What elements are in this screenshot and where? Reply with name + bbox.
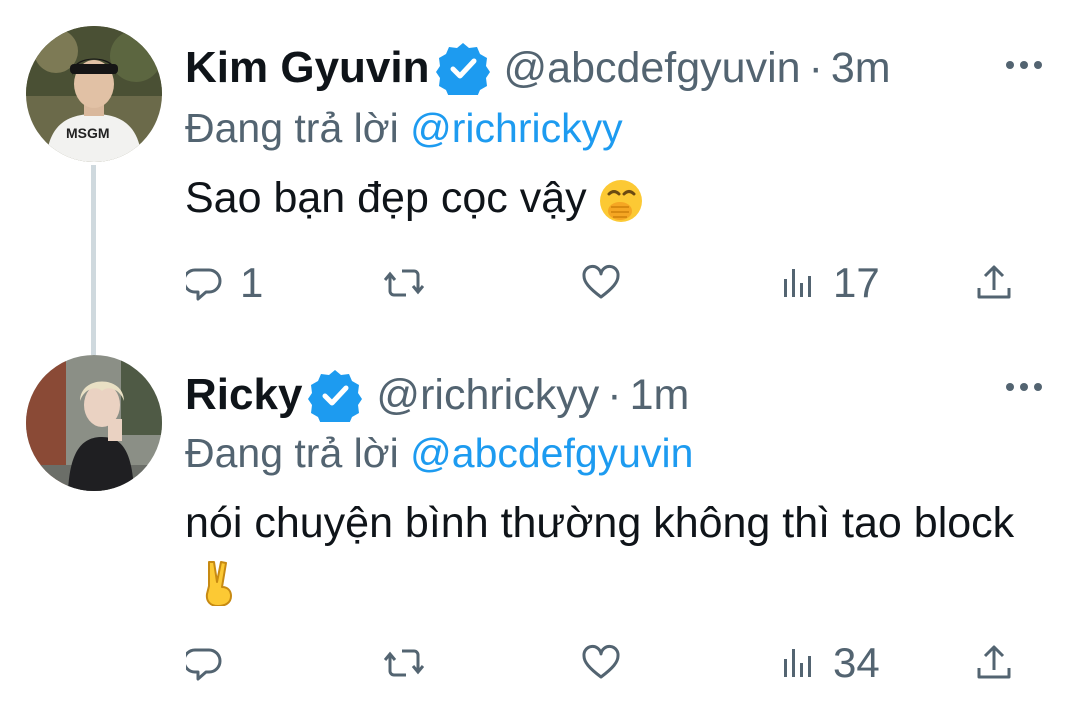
- replying-to-label: Đang trả lời: [185, 430, 399, 476]
- replying-to: Đang trả lời @richrickyy: [185, 105, 623, 152]
- share-icon: [977, 265, 1011, 299]
- retweet-button[interactable]: [384, 638, 438, 688]
- replying-to-mention[interactable]: @richrickyy: [410, 105, 622, 151]
- display-name[interactable]: Ricky: [185, 370, 302, 420]
- timestamp[interactable]: 3m: [831, 44, 891, 93]
- reply-icon: [186, 648, 222, 681]
- heart-icon: [582, 644, 620, 679]
- tweet-text-content: nói chuyện bình thường không thì tao blo…: [185, 499, 1015, 547]
- like-button[interactable]: [581, 638, 635, 688]
- user-handle[interactable]: @abcdefgyuvin: [504, 44, 801, 93]
- replying-to-label: Đang trả lời: [185, 105, 399, 151]
- retweet-icon: [384, 269, 424, 297]
- view-count: 17: [833, 259, 880, 306]
- retweet-button[interactable]: [384, 258, 438, 308]
- svg-text:MSGM: MSGM: [66, 125, 110, 141]
- like-button[interactable]: [581, 258, 635, 308]
- face-with-hand-over-mouth-icon: [599, 179, 642, 222]
- view-count: 34: [833, 639, 880, 686]
- user-handle[interactable]: @richrickyy: [376, 371, 599, 420]
- share-icon: [977, 645, 1011, 679]
- display-name[interactable]: Kim Gyuvin: [185, 43, 430, 93]
- tweet-text-content: Sao bạn đẹp cọc vậy: [185, 174, 587, 222]
- share-button[interactable]: [974, 638, 1014, 688]
- timestamp[interactable]: 1m: [630, 371, 690, 420]
- reply-button[interactable]: [186, 638, 240, 688]
- reply-count: 1: [240, 259, 264, 306]
- tweet-text: nói chuyện bình thường không thì tao blo…: [185, 495, 1025, 607]
- views-button[interactable]: 34: [779, 638, 880, 688]
- separator-dot: ·: [808, 43, 823, 92]
- replying-to: Đang trả lời @abcdefgyuvin: [185, 430, 693, 477]
- views-icon: [784, 269, 811, 297]
- avatar[interactable]: [26, 355, 162, 491]
- avatar[interactable]: MSGM: [26, 26, 162, 162]
- more-options-icon[interactable]: [1004, 55, 1044, 75]
- tweet-actions: 1 17: [0, 258, 1080, 308]
- retweet-icon: [384, 649, 424, 677]
- replying-to-mention[interactable]: @abcdefgyuvin: [410, 430, 693, 476]
- verified-badge-icon: [308, 368, 362, 422]
- reply-icon: [186, 268, 222, 301]
- tweet-header: Kim Gyuvin @abcdefgyuvin · 3m: [185, 33, 891, 103]
- tweet-header: Ricky @richrickyy · 1m: [185, 360, 689, 430]
- reply-button[interactable]: 1: [186, 258, 263, 308]
- more-options-icon[interactable]: [1004, 377, 1044, 397]
- tweet-kim-gyuvin[interactable]: MSGM Kim Gyuvin @abcdefgyuvin · 3m Đang …: [0, 0, 1080, 355]
- tweet-text: Sao bạn đẹp cọc vậy: [185, 170, 1025, 226]
- share-button[interactable]: [974, 258, 1014, 308]
- tweet-actions: 34: [0, 638, 1080, 688]
- verified-badge-icon: [436, 41, 490, 95]
- tweet-ricky[interactable]: Ricky @richrickyy · 1m Đang trả lời @abc…: [0, 355, 1080, 710]
- views-icon: [784, 649, 811, 677]
- separator-dot: ·: [607, 370, 622, 419]
- heart-icon: [582, 264, 620, 299]
- victory-hand-icon: [205, 560, 232, 606]
- views-button[interactable]: 17: [779, 258, 880, 308]
